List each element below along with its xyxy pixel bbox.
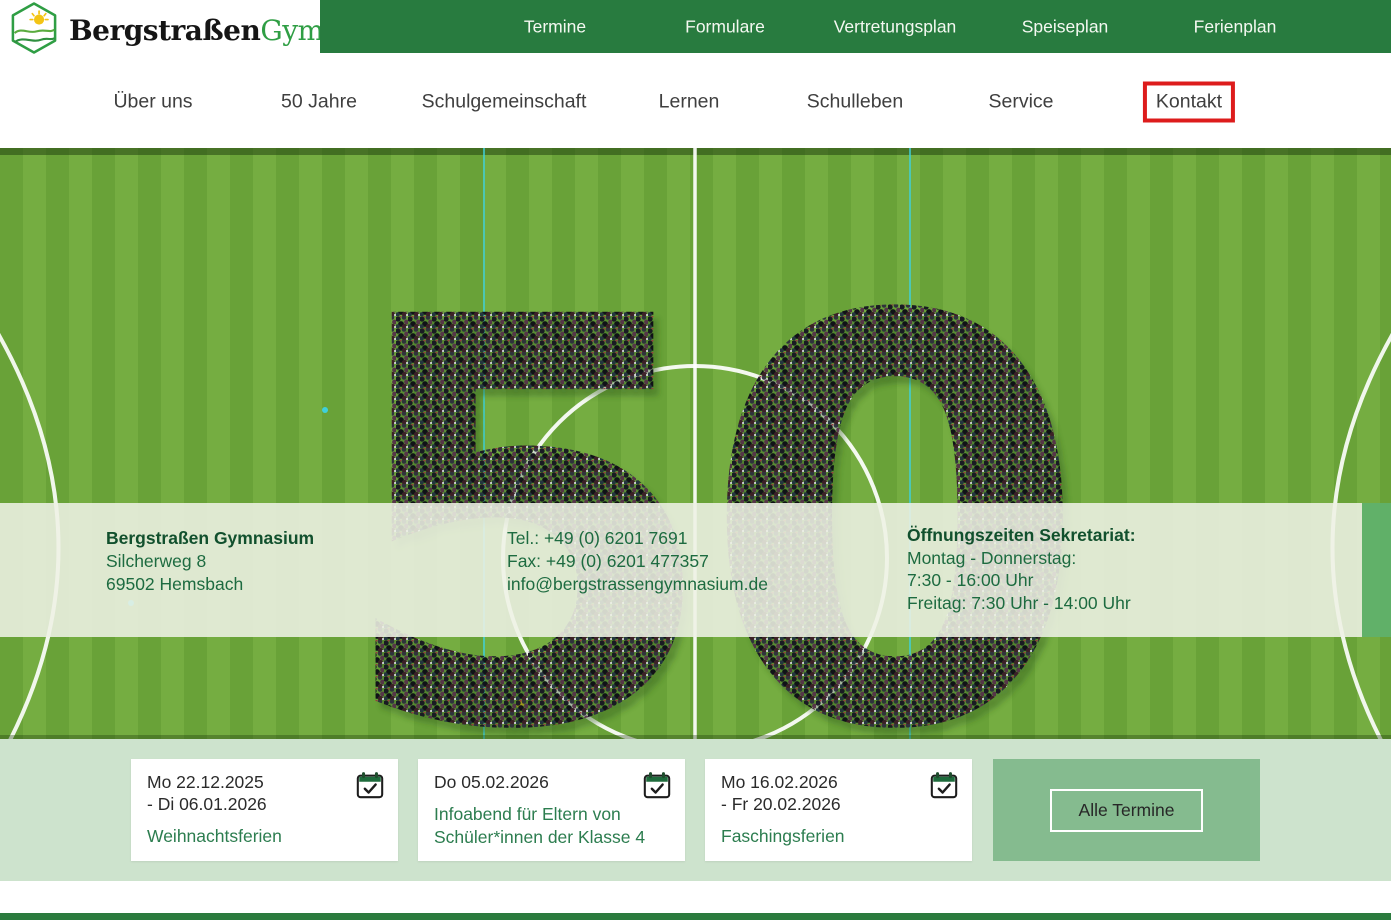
contact-info-band: Bergstraßen Gymnasium Silcherweg 8 69502…	[0, 503, 1362, 637]
event-title[interactable]: Weihnachtsferien	[147, 825, 382, 848]
event-date-start: Mo 16.02.2026	[721, 771, 956, 793]
mainnav-item-ueber-uns[interactable]: Über uns	[113, 90, 192, 113]
all-events-button[interactable]: Alle Termine	[1050, 789, 1204, 832]
topnav-item-termine[interactable]: Termine	[524, 16, 586, 37]
event-card-weihnachtsferien[interactable]: Mo 22.12.2025 - Di 06.01.2026 Weihnachts…	[131, 759, 398, 861]
mainnav-item-kontakt-highlighted[interactable]: Kontakt	[1143, 81, 1235, 122]
topnav-item-vertretungsplan[interactable]: Vertretungsplan	[834, 16, 957, 37]
site-header: BergstraßenGymnasium Termine Formulare V…	[0, 0, 1391, 55]
mainnav-item-schulleben[interactable]: Schulleben	[807, 90, 904, 113]
topnav-item-ferienplan[interactable]: Ferienplan	[1194, 16, 1277, 37]
event-card-faschingsferien[interactable]: Mo 16.02.2026 - Fr 20.02.2026 Faschingsf…	[705, 759, 972, 861]
mainnav-item-lernen[interactable]: Lernen	[659, 90, 720, 113]
footer-green-bar	[0, 913, 1391, 920]
event-date-start: Do 05.02.2026	[434, 771, 669, 793]
event-card-infoabend[interactable]: Do 05.02.2026 Infoabend für Eltern von S…	[418, 759, 685, 861]
office-hours-time: 7:30 - 16:00 Uhr	[907, 569, 1136, 592]
site-title-primary: Bergstraßen	[69, 14, 260, 47]
all-events-panel: Alle Termine	[993, 759, 1260, 861]
band-next-slide-area[interactable]	[1362, 503, 1391, 637]
event-date-end: - Di 06.01.2026	[147, 793, 382, 815]
office-hours-block: Öffnungszeiten Sekretariat: Montag - Don…	[907, 524, 1136, 614]
contact-fax: Fax: +49 (0) 6201 477357	[507, 550, 768, 573]
event-date-start: Mo 22.12.2025	[147, 771, 382, 793]
contact-phone-block: Tel.: +49 (0) 6201 7691 Fax: +49 (0) 620…	[507, 527, 768, 596]
office-hours-title: Öffnungszeiten Sekretariat:	[907, 524, 1136, 547]
event-date-end: - Fr 20.02.2026	[721, 793, 956, 815]
mainnav-item-50-jahre[interactable]: 50 Jahre	[281, 90, 357, 113]
calendar-check-icon	[929, 770, 959, 805]
calendar-check-icon	[642, 770, 672, 805]
event-title[interactable]: Faschingsferien	[721, 825, 956, 848]
soccer-field-markings: 50	[0, 148, 1391, 739]
field-marker-dot	[322, 407, 328, 413]
contact-address-city: 69502 Hemsbach	[106, 573, 314, 596]
hexagon-sun-hills-icon	[8, 1, 60, 60]
quicklinks-navbar: Termine Formulare Vertretungsplan Speise…	[320, 0, 1391, 53]
contact-address-street: Silcherweg 8	[106, 550, 314, 573]
topnav-item-formulare[interactable]: Formulare	[685, 16, 765, 37]
hero-aerial-photo: 50 Bergstraßen Gymnasium Silcherweg 8 69…	[0, 148, 1391, 739]
office-hours-friday: Freitag: 7:30 Uhr - 14:00 Uhr	[907, 592, 1136, 615]
office-hours-days: Montag - Donnerstag:	[907, 547, 1136, 570]
event-title[interactable]: Infoabend für Eltern von Schüler*innen d…	[434, 803, 669, 849]
mainnav-item-schulgemeinschaft[interactable]: Schulgemeinschaft	[422, 90, 587, 113]
contact-tel: Tel.: +49 (0) 6201 7691	[507, 527, 768, 550]
contact-email[interactable]: info@bergstrassengymnasium.de	[507, 573, 768, 596]
crowd-formation-50: 50	[332, 201, 1067, 739]
mainnav-item-service[interactable]: Service	[988, 90, 1053, 113]
upcoming-events-strip: Mo 22.12.2025 - Di 06.01.2026 Weihnachts…	[0, 739, 1391, 881]
topnav-item-speiseplan[interactable]: Speiseplan	[1022, 16, 1109, 37]
main-navigation: Über uns 50 Jahre Schulgemeinschaft Lern…	[0, 55, 1391, 148]
contact-address-title: Bergstraßen Gymnasium	[106, 527, 314, 550]
calendar-check-icon	[355, 770, 385, 805]
contact-address-block: Bergstraßen Gymnasium Silcherweg 8 69502…	[106, 527, 314, 596]
footer-spacer	[0, 881, 1391, 913]
